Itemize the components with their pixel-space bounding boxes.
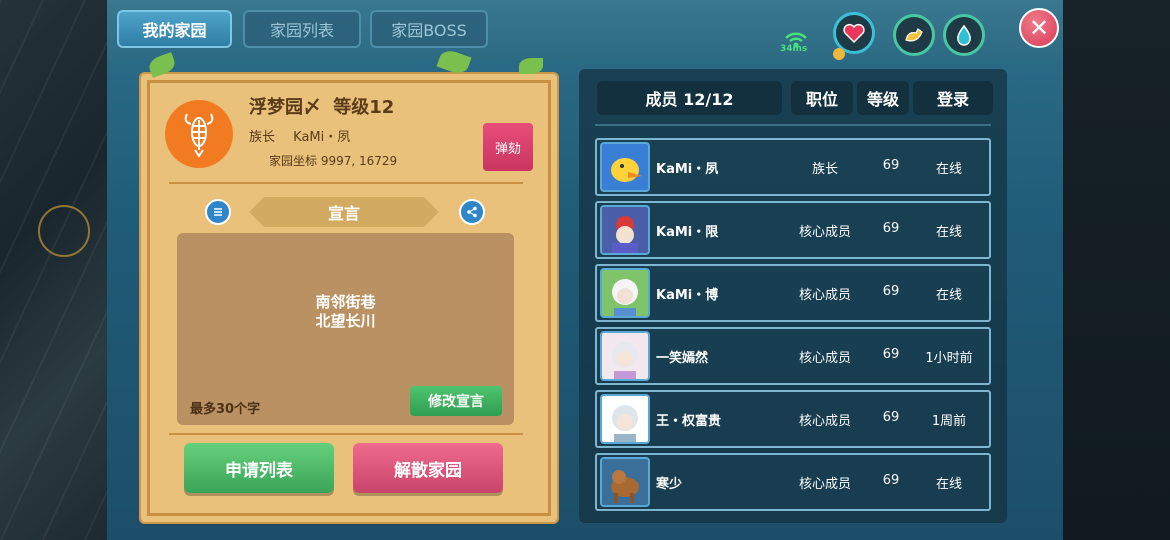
notice-box: 南邻街巷 北望长川 最多30个字 修改宣言 [177,233,514,425]
leaf-decoration [519,58,543,74]
member-count-header: 成员 12/12 [597,81,782,115]
member-row[interactable]: 寒少 核心成员 69 在线 [595,453,991,511]
lobster-icon [184,113,214,158]
member-name: 一笑嫣然 [656,351,709,366]
guild-title: 浮梦园〆 等级12 [249,93,394,119]
avatar [600,331,650,381]
home-coords: 家园坐标 9997, 16729 [269,154,398,168]
notice-title: 宣言 [249,197,439,227]
home-window: 我的家园 家园列表 家园BOSS 34ms ✕ 浮梦园〆 等级12 族长 KaM… [107,0,1063,540]
edit-notice-button[interactable]: 修改宣言 [410,386,502,416]
member-login: 在线 [935,288,962,303]
tab-home-boss[interactable]: 家园BOSS [370,10,488,48]
notice-content: 南邻街巷 北望长川 [177,293,514,331]
guild-level: 等级12 [333,97,395,118]
role-header[interactable]: 职位 [791,81,853,115]
avatar [600,394,650,444]
member-login: 在线 [935,225,962,240]
member-row[interactable]: KaMi・博 核心成员 69 在线 [595,264,991,322]
member-name: KaMi・夙 [656,162,719,177]
member-name: KaMi・限 [656,225,719,240]
member-level: 69 [882,221,900,236]
share-icon[interactable] [459,199,485,225]
member-level: 69 [882,410,900,425]
leaf-decoration [436,47,472,77]
notice-list-icon[interactable] [205,199,231,225]
shield-icon [833,48,845,60]
member-name: 王・权富贵 [656,414,722,429]
member-role: 核心成员 [798,225,851,240]
member-level: 69 [882,158,900,173]
member-login: 1周前 [931,414,967,429]
member-level: 69 [882,347,900,362]
member-role: 族长 [811,162,838,177]
login-header[interactable]: 登录 [913,81,993,115]
arm-icon [905,28,923,42]
avatar [600,205,650,255]
level-header[interactable]: 等级 [857,81,909,115]
strength-status[interactable] [893,14,935,56]
home-info-card: 浮梦园〆 等级12 族长 KaMi・夙 家园坐标 9997, 16729 弹劾 … [139,47,559,524]
member-name: KaMi・博 [656,288,719,303]
member-level: 69 [882,473,900,488]
leader-name: KaMi・夙 [293,130,351,145]
member-row[interactable]: 王・权富贵 核心成员 69 1周前 [595,390,991,448]
heart-icon [843,23,865,43]
impeach-button[interactable]: 弹劾 [483,123,533,171]
background-right [1063,0,1170,540]
member-level: 69 [882,284,900,299]
divider [169,182,523,184]
divider [169,433,523,435]
member-row[interactable]: KaMi・限 核心成员 69 在线 [595,201,991,259]
background-left [0,0,107,540]
member-row[interactable]: 一笑嫣然 核心成员 69 1小时前 [595,327,991,385]
member-panel: 成员 12/12 职位 等级 登录 KaMi・夙 族长 69 在线 KaMi・限… [579,69,1007,523]
leader-row: 族长 KaMi・夙 [249,126,350,145]
member-name: 寒少 [656,477,683,492]
notice-line: 南邻街巷 [315,293,376,311]
tab-my-home[interactable]: 我的家园 [117,10,232,48]
member-login: 在线 [935,162,962,177]
water-status[interactable] [943,14,985,56]
member-role: 核心成员 [798,477,851,492]
avatar [600,457,650,507]
member-role: 核心成员 [798,414,851,429]
avatar [600,142,650,192]
close-button[interactable]: ✕ [1019,8,1059,48]
apply-list-button[interactable]: 申请列表 [184,443,334,493]
close-icon: ✕ [1028,14,1050,42]
tab-home-list[interactable]: 家园列表 [243,10,361,48]
leader-role: 族长 [249,130,276,145]
joystick-ring[interactable] [38,205,90,257]
notice-line: 北望长川 [315,312,376,330]
member-login: 在线 [935,477,962,492]
member-role: 核心成员 [798,351,851,366]
member-row[interactable]: KaMi・夙 族长 69 在线 [595,138,991,196]
disband-home-button[interactable]: 解散家园 [353,443,503,493]
avatar [600,268,650,318]
member-role: 核心成员 [798,288,851,303]
leaf-decoration [146,52,178,78]
max-length-hint: 最多30个字 [190,402,261,417]
ping-readout: 34ms [780,44,808,54]
member-login: 1小时前 [925,351,973,366]
guild-emblem [165,100,233,168]
guild-name: 浮梦园〆 [249,97,321,118]
divider [595,124,991,126]
water-drop-icon [957,24,971,46]
